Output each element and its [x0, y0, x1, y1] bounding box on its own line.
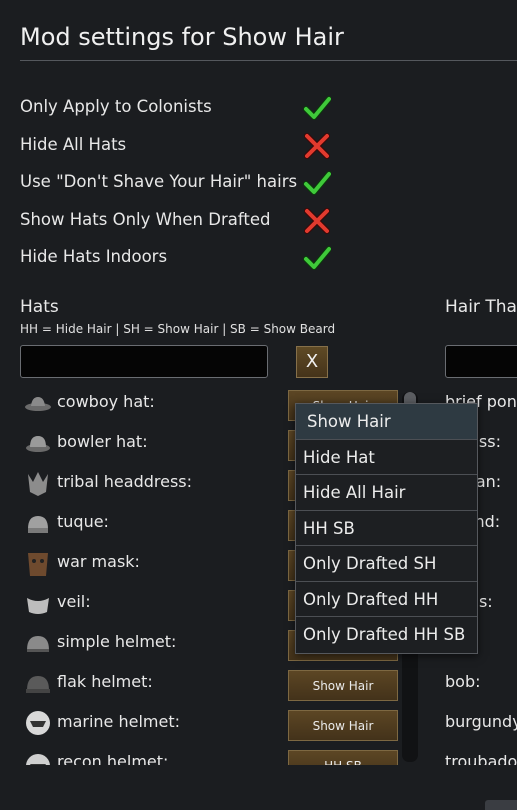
hat-option-button[interactable]: Show Hair	[288, 670, 398, 701]
tuque-icon	[28, 516, 48, 533]
hat-name: marine helmet:	[57, 712, 181, 731]
hair-option-dropdown: Show Hair Hide Hat Hide All Hair HH SB Only …	[295, 403, 478, 654]
hats-heading: Hats	[20, 297, 59, 317]
flak-helmet-icon	[26, 676, 50, 693]
cross-icon[interactable]	[303, 133, 331, 159]
dropdown-option[interactable]: Only Drafted SH	[296, 546, 477, 582]
hat-option-button[interactable]: HH SB	[288, 750, 398, 765]
marine-helmet-icon	[26, 711, 50, 735]
hat-row: flak helmet: Show Hair bob:	[0, 665, 517, 705]
abbreviation-legend: HH = Hide Hair | SH = Show Hair | SB = S…	[20, 322, 336, 336]
clear-search-button[interactable]: X	[296, 346, 328, 378]
dropdown-option[interactable]: Hide All Hair	[296, 475, 477, 511]
hat-name: tuque:	[57, 512, 109, 531]
dropdown-option[interactable]: Hide Hat	[296, 440, 477, 475]
checkmark-icon[interactable]	[303, 245, 331, 271]
option-label: Show Hats Only When Drafted	[20, 210, 271, 229]
hat-name: flak helmet:	[57, 672, 153, 691]
hat-name: cowboy hat:	[57, 392, 155, 411]
hat-option-button[interactable]: Show Hair	[288, 710, 398, 741]
option-label: Only Apply to Colonists	[20, 97, 212, 116]
window-corner	[485, 800, 517, 810]
option-label: Hide Hats Indoors	[20, 247, 168, 266]
hat-row: marine helmet: Show Hair burgundy	[0, 705, 517, 745]
dropdown-option[interactable]: Only Drafted HH SB	[296, 617, 477, 653]
simple-helmet-icon	[27, 636, 49, 652]
hat-name: bowler hat:	[57, 432, 148, 451]
dropdown-option[interactable]: HH SB	[296, 511, 477, 546]
hat-name: war mask:	[57, 552, 140, 571]
hat-row: recon helmet: HH SB troubado	[0, 745, 517, 765]
checkmark-icon[interactable]	[303, 95, 331, 121]
title-divider	[20, 60, 517, 61]
hat-name: veil:	[57, 592, 91, 611]
page-title: Mod settings for Show Hair	[20, 23, 344, 51]
recon-helmet-icon	[26, 754, 50, 765]
hat-name: simple helmet:	[57, 632, 177, 651]
hair-name: burgundy	[445, 712, 517, 731]
hat-search-input[interactable]	[20, 345, 268, 378]
hair-name: bob:	[445, 672, 481, 691]
war-mask-icon	[28, 553, 48, 576]
hair-name: troubado	[445, 752, 517, 765]
bowler-hat-icon	[26, 436, 50, 452]
option-label: Use "Don't Shave Your Hair" hairs	[20, 172, 298, 191]
veil-icon	[27, 598, 49, 614]
hat-name: recon helmet:	[57, 752, 169, 765]
hair-search-input[interactable]	[445, 345, 517, 378]
hair-heading: Hair That	[445, 297, 517, 317]
option-label: Hide All Hats	[20, 135, 127, 154]
hat-name: tribal headdress:	[57, 472, 193, 491]
cross-icon[interactable]	[303, 208, 331, 234]
dropdown-option[interactable]: Show Hair	[296, 404, 477, 440]
dropdown-option[interactable]: Only Drafted HH	[296, 582, 477, 617]
cowboy-hat-icon	[25, 397, 51, 411]
checkmark-icon[interactable]	[303, 170, 331, 196]
tribal-headdress-icon	[28, 472, 48, 496]
